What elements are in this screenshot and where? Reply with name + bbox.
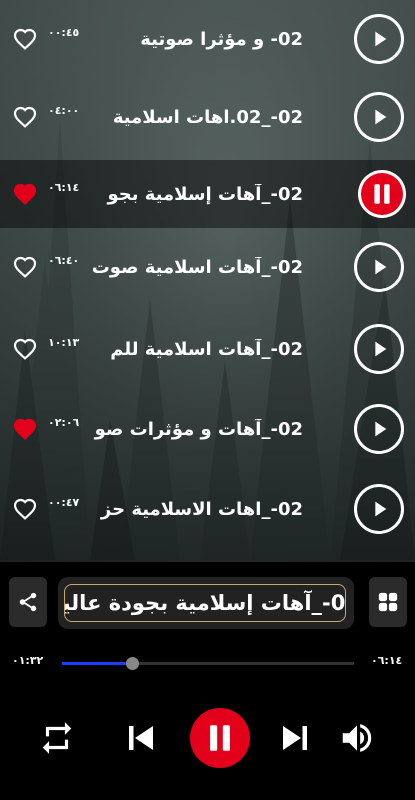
track-title: 02-_آهات و مؤثرات صو xyxy=(94,418,303,440)
track-title: 02-_آهات اسلامية للم xyxy=(110,338,303,360)
volume-button[interactable] xyxy=(336,717,378,759)
track-play-button[interactable] xyxy=(354,14,404,64)
skip-next-icon xyxy=(283,726,307,750)
track-row[interactable]: ٠٦:١٤ 02-_آهات إسلامية بجو xyxy=(0,160,415,228)
play-icon xyxy=(375,259,387,275)
track-row[interactable]: ٠٢:٠٦ 02-_آهات و مؤثرات صو xyxy=(0,390,415,468)
pause-button[interactable] xyxy=(190,708,250,768)
previous-button[interactable] xyxy=(120,717,162,759)
play-icon xyxy=(375,501,387,517)
player-bar: 02-_آهات إسلامية بجودة عالية ٠١:٣٢ ٠٦:١٤ xyxy=(0,562,415,800)
share-icon xyxy=(19,592,37,612)
track-play-button[interactable] xyxy=(354,242,404,292)
track-duration: ٠٤:٠٠ xyxy=(48,104,80,117)
grid-button[interactable] xyxy=(369,577,407,627)
track-title: 02-_آهات إسلامية بجو xyxy=(107,183,303,205)
track-play-button[interactable] xyxy=(354,484,404,534)
heart-outline-icon[interactable] xyxy=(12,497,38,521)
play-icon xyxy=(375,341,387,357)
now-playing-title: 02-_آهات إسلامية بجودة عالية xyxy=(65,591,346,615)
track-play-button[interactable] xyxy=(354,324,404,374)
grid-icon xyxy=(378,592,398,612)
heart-filled-icon[interactable] xyxy=(12,182,38,206)
track-row[interactable]: ٠٤:٠٠ 02-_02.اهات اسلامية xyxy=(0,78,415,156)
heart-outline-icon[interactable] xyxy=(12,27,38,51)
play-icon xyxy=(375,421,387,437)
heart-outline-icon[interactable] xyxy=(12,337,38,361)
track-duration: ٠٠:٤٧ xyxy=(48,496,80,509)
pause-icon xyxy=(210,725,230,751)
repeat-button[interactable] xyxy=(36,717,78,759)
play-icon xyxy=(375,31,387,47)
pause-icon xyxy=(374,184,390,204)
track-duration: ٠٦:٤٠ xyxy=(48,254,80,267)
heart-outline-icon[interactable] xyxy=(12,255,38,279)
track-title: 02-_اهات الاسلامية حز xyxy=(100,498,303,520)
track-row[interactable]: ٠٦:٤٠ 02-_آهات اسلامية صوت xyxy=(0,228,415,306)
heart-outline-icon[interactable] xyxy=(12,105,38,129)
current-time: ٠١:٣٢ xyxy=(12,654,44,667)
track-duration: ٠٦:١٤ xyxy=(48,181,80,194)
play-icon xyxy=(375,109,387,125)
seek-thumb[interactable] xyxy=(126,657,140,670)
seek-progress xyxy=(62,662,133,665)
total-time: ٠٦:١٤ xyxy=(371,654,403,667)
heart-filled-icon[interactable] xyxy=(12,417,38,441)
track-pause-button[interactable] xyxy=(358,170,406,218)
track-title: 02-_02.اهات اسلامية xyxy=(112,106,303,128)
track-duration: ٠٠:٤٥ xyxy=(48,26,80,39)
track-title: 02-_آهات اسلامية صوت xyxy=(93,256,303,278)
track-duration: ٠٢:٠٦ xyxy=(48,416,80,429)
now-playing-frame: 02-_آهات إسلامية بجودة عالية xyxy=(64,584,346,622)
track-title: 02- و مؤثرا صوتية xyxy=(140,28,303,50)
skip-previous-icon xyxy=(129,726,153,750)
now-playing-box: 02-_آهات إسلامية بجودة عالية xyxy=(58,577,354,629)
track-play-button[interactable] xyxy=(354,92,404,142)
volume-icon xyxy=(342,724,372,752)
seek-bar[interactable] xyxy=(62,657,354,670)
track-duration: ١٠:١٣ xyxy=(48,336,80,349)
track-row[interactable]: ١٠:١٣ 02-_آهات اسلامية للم xyxy=(0,310,415,388)
repeat-icon xyxy=(42,722,72,754)
track-row[interactable]: ٠٠:٤٥ 02- و مؤثرا صوتية xyxy=(0,0,415,78)
track-play-button[interactable] xyxy=(354,404,404,454)
share-button[interactable] xyxy=(9,577,47,627)
track-row[interactable]: ٠٠:٤٧ 02-_اهات الاسلامية حز xyxy=(0,470,415,548)
next-button[interactable] xyxy=(274,717,316,759)
